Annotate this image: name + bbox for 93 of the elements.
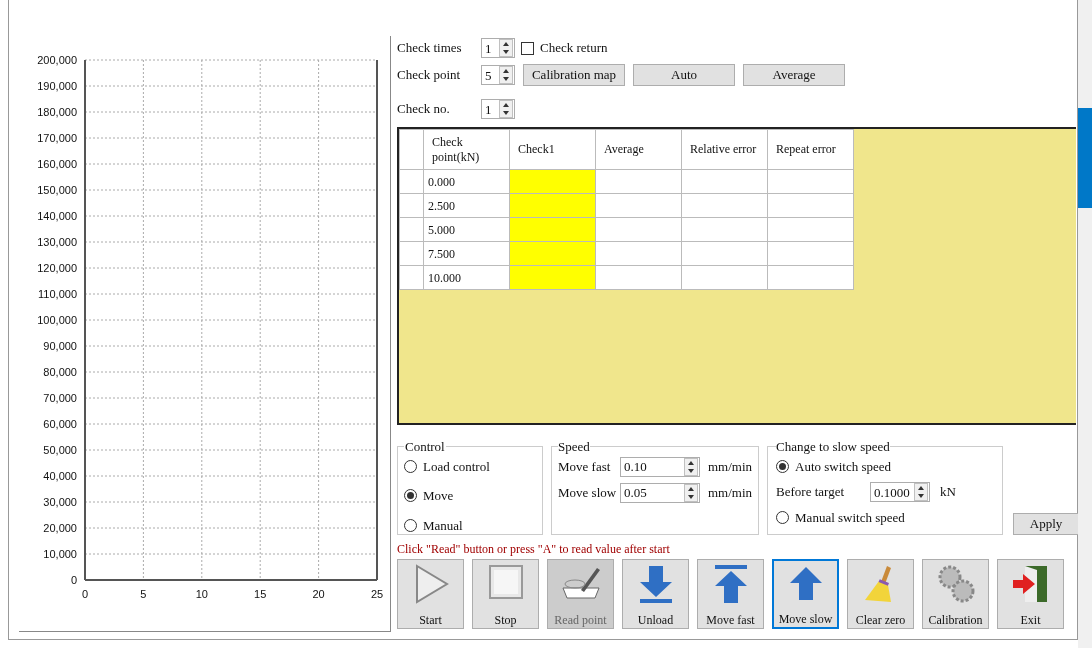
table-cell: 7.500 bbox=[423, 241, 510, 266]
spinner-arrows-icon bbox=[914, 483, 929, 501]
y-tick-label: 70,000 bbox=[43, 392, 77, 404]
number-spinner[interactable]: 1 bbox=[481, 99, 515, 119]
x-tick-label: 25 bbox=[370, 588, 384, 600]
row-header-cell bbox=[399, 265, 424, 290]
hint-text: Click "Read" button or press "A" to read value after start bbox=[397, 543, 671, 555]
spinner-arrows-icon bbox=[684, 457, 698, 476]
field-label: Before target bbox=[776, 483, 846, 502]
column-header: Check point(kN) bbox=[423, 129, 510, 170]
apply-button[interactable]: Apply bbox=[1013, 513, 1080, 535]
x-tick-label: 15 bbox=[254, 588, 267, 600]
table-cell: 2.500 bbox=[423, 193, 510, 218]
row-header-cell bbox=[399, 217, 424, 242]
toolbar-button[interactable]: Start bbox=[397, 559, 464, 629]
number-spinner[interactable]: 0.10 bbox=[620, 456, 700, 477]
row-header-cell bbox=[399, 129, 424, 170]
field-label: Check no. bbox=[397, 100, 451, 119]
y-tick-label: 120,000 bbox=[37, 262, 77, 274]
y-tick-label: 170,000 bbox=[37, 132, 77, 144]
unit-label: mm/min bbox=[708, 483, 753, 502]
radio-button[interactable] bbox=[404, 518, 417, 532]
y-tick-label: 40,000 bbox=[43, 470, 77, 482]
x-tick-label: 0 bbox=[81, 588, 89, 600]
x-tick-label: 20 bbox=[312, 588, 325, 600]
radio-label: Manual bbox=[423, 516, 463, 535]
x-tick-label: 10 bbox=[195, 588, 208, 600]
y-tick-label: 10,000 bbox=[43, 548, 77, 560]
spinner-arrows-icon bbox=[684, 483, 698, 502]
group-title: Change to slow speed bbox=[776, 438, 890, 456]
y-tick-label: 60,000 bbox=[43, 418, 77, 430]
field-label: Check times bbox=[397, 39, 463, 58]
column-header: Repeat error bbox=[767, 129, 854, 170]
radio-label: Auto switch speed bbox=[795, 457, 892, 476]
checkbox-label: Check return bbox=[540, 39, 608, 58]
number-spinner[interactable]: 0.1000 bbox=[870, 482, 931, 502]
radio-button[interactable] bbox=[776, 511, 790, 525]
y-tick-label: 30,000 bbox=[43, 496, 77, 508]
column-header: Relative error bbox=[681, 129, 768, 170]
radio-button[interactable] bbox=[404, 489, 417, 503]
y-tick-label: 100,000 bbox=[37, 314, 77, 326]
action-button[interactable]: Auto bbox=[633, 64, 735, 86]
field-label: Check point bbox=[397, 66, 462, 85]
toolbar-button[interactable]: Move slow bbox=[772, 559, 839, 629]
y-tick-label: 180,000 bbox=[37, 106, 77, 118]
x-tick-label: 5 bbox=[140, 588, 147, 600]
table-cell: 10.000 bbox=[423, 265, 510, 290]
radio-label: Manual switch speed bbox=[795, 509, 905, 527]
y-tick-label: 130,000 bbox=[37, 236, 77, 248]
number-spinner[interactable]: 5 bbox=[481, 65, 515, 85]
radio-button[interactable] bbox=[776, 459, 790, 473]
column-header: Check1 bbox=[509, 129, 596, 170]
radio-label: Move bbox=[423, 487, 454, 505]
table-cell: 5.000 bbox=[423, 217, 510, 242]
group-title: Control bbox=[404, 438, 446, 456]
y-tick-label: 110,000 bbox=[38, 288, 77, 300]
y-tick-label: 150,000 bbox=[37, 184, 77, 196]
spinner-arrows-icon bbox=[499, 66, 513, 84]
stop-icon bbox=[487, 564, 524, 600]
y-tick-label: 90,000 bbox=[43, 340, 77, 352]
checkbox[interactable] bbox=[521, 41, 534, 55]
toolbar-button[interactable]: Calibration bbox=[922, 559, 989, 629]
radio-label: Load control bbox=[423, 457, 490, 476]
number-spinner[interactable]: 1 bbox=[481, 38, 515, 58]
field-label: Move fast bbox=[558, 457, 612, 476]
action-button[interactable]: Average bbox=[743, 64, 845, 86]
y-tick-label: 50,000 bbox=[43, 444, 77, 456]
row-header-cell bbox=[399, 193, 424, 218]
radio-button[interactable] bbox=[404, 459, 417, 473]
toolbar-button[interactable]: Exit bbox=[997, 559, 1064, 629]
group-title: Speed bbox=[558, 438, 590, 456]
field-label: Move slow bbox=[558, 483, 618, 502]
table-cell: 0.000 bbox=[423, 169, 510, 194]
y-tick-label: 0 bbox=[70, 574, 77, 586]
number-spinner[interactable]: 0.05 bbox=[620, 482, 700, 503]
unit-label: kN bbox=[940, 483, 956, 502]
y-tick-label: 190,000 bbox=[37, 80, 77, 92]
action-button[interactable]: Calibration map bbox=[523, 64, 625, 86]
row-header-cell bbox=[399, 241, 424, 266]
spinner-arrows-icon bbox=[499, 39, 513, 57]
unit-label: mm/min bbox=[708, 457, 753, 476]
row-header-cell bbox=[399, 169, 424, 194]
toolbar-button[interactable]: Unload bbox=[622, 559, 689, 629]
spinner-arrows-icon bbox=[499, 100, 513, 118]
y-tick-label: 80,000 bbox=[43, 366, 77, 378]
y-tick-label: 200,000 bbox=[37, 54, 77, 66]
toolbar-button[interactable]: Move fast bbox=[697, 559, 764, 629]
toolbar-button[interactable]: Clear zero bbox=[847, 559, 914, 629]
toolbar-button[interactable]: Stop bbox=[472, 559, 539, 629]
y-tick-label: 160,000 bbox=[37, 158, 77, 170]
column-header: Average bbox=[595, 129, 682, 170]
y-tick-label: 20,000 bbox=[43, 522, 77, 534]
y-tick-label: 140,000 bbox=[37, 210, 77, 222]
